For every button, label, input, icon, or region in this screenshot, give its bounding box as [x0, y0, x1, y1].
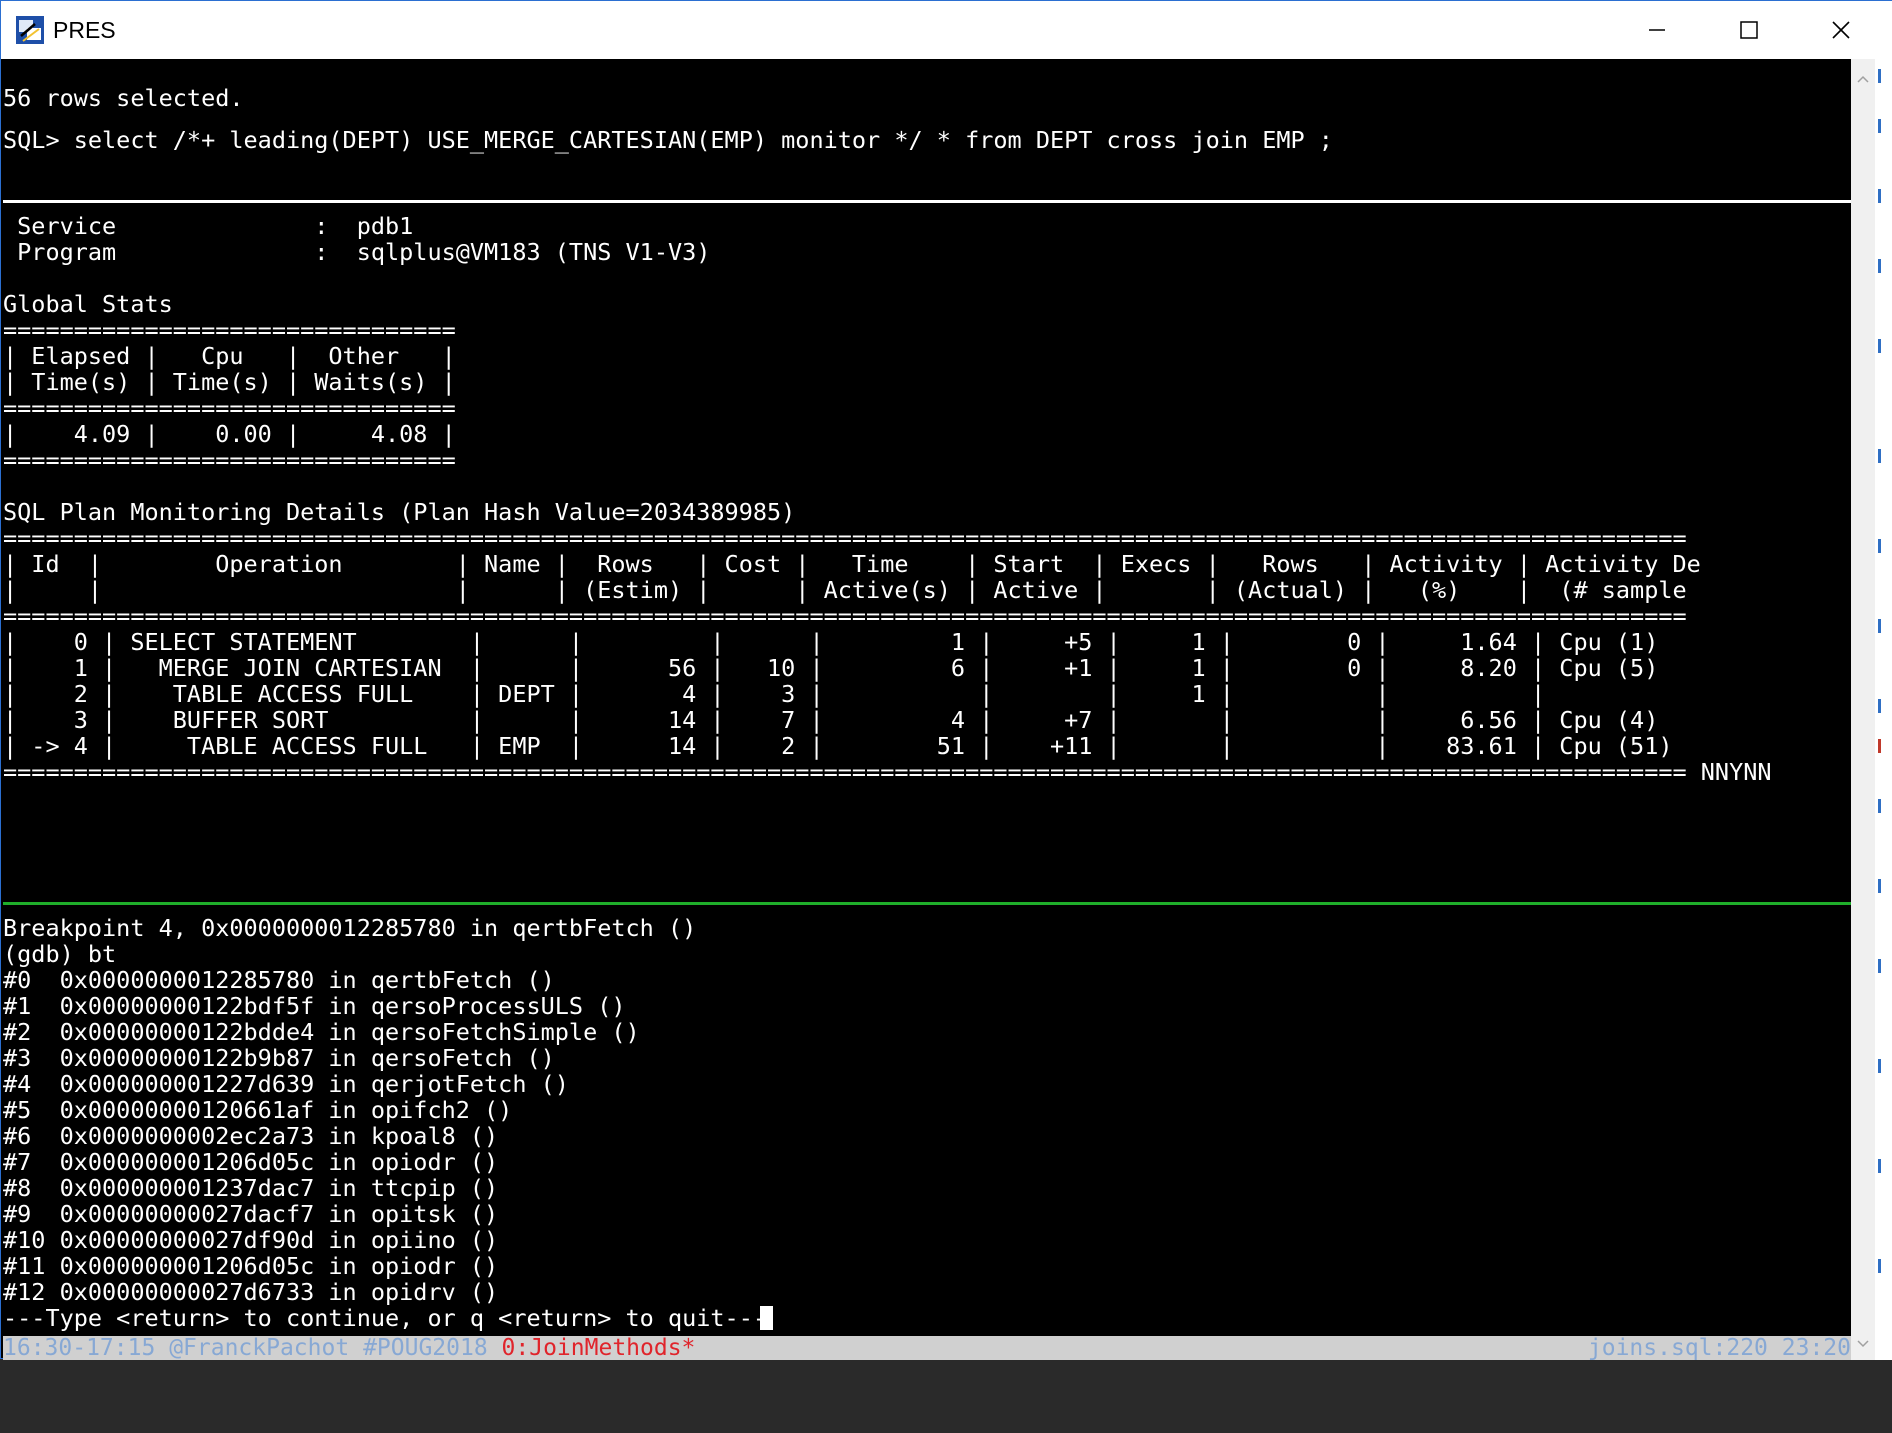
pane-separator[interactable]: [3, 200, 1851, 203]
edge-mark: [1878, 539, 1881, 553]
stack-frame: #6 0x0000000002ec2a73 in kpoal8 (): [3, 1122, 499, 1150]
edge-mark: [1878, 339, 1881, 353]
stack-frame: #10 0x00000000027df90d in opiino (): [3, 1226, 499, 1254]
edge-mark: [1878, 1159, 1881, 1173]
sql-command-line: SQL> select /*+ leading(DEPT) USE_MERGE_…: [3, 126, 1333, 154]
status-left: 16:30-17:15 @FranckPachot #POUG2018 0:Jo…: [3, 1336, 695, 1360]
table-row: | 3 | BUFFER SORT | | 14 | 7 | 4 | +7 | …: [3, 706, 1659, 734]
edge-mark: [1878, 259, 1881, 273]
section-heading: SQL Plan Monitoring Details (Plan Hash V…: [3, 498, 796, 526]
stack-frame: #0 0x0000000012285780 in qertbFetch (): [3, 966, 555, 994]
monitor-line: Service : pdb1: [3, 212, 414, 240]
table-rule: ================================: [3, 446, 456, 474]
edge-mark: [1878, 739, 1881, 753]
active-pane-separator[interactable]: [3, 902, 1851, 905]
status-window-name[interactable]: 0:JoinMethods*: [502, 1335, 696, 1361]
edge-mark: [1878, 799, 1881, 813]
edge-mark: [1878, 189, 1881, 203]
stack-frame: #9 0x00000000027dacf7 in opitsk (): [3, 1200, 499, 1228]
stack-frame: #5 0x00000000120661af in opifch2 (): [3, 1096, 513, 1124]
table-header-row: | Id | Operation | Name | Rows | Cost | …: [3, 550, 1701, 578]
minimize-icon: [1649, 29, 1665, 31]
status-hashtag: #POUG2018: [363, 1335, 488, 1361]
table-header-row: | Elapsed | Cpu | Other |: [3, 342, 456, 370]
terminal-window: PRES 56 rows selected. SQL> select /*+ l…: [0, 0, 1892, 1360]
section-heading: Global Stats: [3, 290, 173, 318]
terminal-area[interactable]: 56 rows selected. SQL> select /*+ leadin…: [3, 59, 1851, 1336]
table-rule: ================================: [3, 316, 456, 344]
table-row: | 1 | MERGE JOIN CARTESIAN | | 56 | 10 |…: [3, 654, 1659, 682]
stack-frame: #7 0x000000001206d05c in opiodr (): [3, 1148, 499, 1176]
pager-prompt: ---Type <return> to continue, or q <retu…: [3, 1304, 768, 1332]
stack-frame: #1 0x00000000122bdf5f in qersoProcessULS…: [3, 992, 626, 1020]
minimize-button[interactable]: [1611, 1, 1703, 59]
stack-frame: #3 0x00000000122b9b87 in qersoFetch (): [3, 1044, 555, 1072]
table-row: | 4.09 | 0.00 | 4.08 |: [3, 420, 456, 448]
stack-frame: #8 0x000000001237dac7 in ttcpip (): [3, 1174, 499, 1202]
table-header-row: | Time(s) | Time(s) | Waits(s) |: [3, 368, 456, 396]
table-rule: ========================================…: [3, 602, 1687, 630]
maximize-icon: [1740, 21, 1758, 39]
tmux-status-bar: 16:30-17:15 @FranckPachot #POUG2018 0:Jo…: [3, 1336, 1851, 1360]
table-rule: ========================================…: [3, 524, 1687, 552]
edge-mark: [1878, 69, 1881, 83]
gdb-line: Breakpoint 4, 0x0000000012285780 in qert…: [3, 914, 697, 942]
chevron-down-icon: [1857, 1340, 1869, 1348]
stack-frame: #12 0x00000000027d6733 in opidrv (): [3, 1278, 499, 1306]
table-rule: ========================================…: [3, 758, 1772, 786]
stack-frame: #4 0x000000001227d639 in qerjotFetch (): [3, 1070, 569, 1098]
edge-mark: [1878, 699, 1881, 713]
title-bar[interactable]: PRES: [1, 1, 1892, 59]
text-cursor: [760, 1306, 773, 1330]
edge-mark: [1878, 959, 1881, 973]
table-row: | 2 | TABLE ACCESS FULL | DEPT | 4 | 3 |…: [3, 680, 1546, 708]
edge-mark: [1878, 879, 1881, 893]
monitor-line: Program : sqlplus@VM183 (TNS V1-V3): [3, 238, 711, 266]
edge-mark: [1878, 1059, 1881, 1073]
chevron-up-icon: [1857, 75, 1869, 83]
terminal-line: 56 rows selected.: [3, 84, 244, 112]
status-handle: @FranckPachot: [169, 1335, 350, 1361]
putty-app-icon: [15, 15, 45, 45]
table-rule: ================================: [3, 394, 456, 422]
stack-frame: #11 0x000000001206d05c in opiodr (): [3, 1252, 499, 1280]
window-title: PRES: [53, 16, 116, 43]
edge-mark: [1878, 449, 1881, 463]
scroll-up-button[interactable]: [1851, 69, 1875, 89]
status-time-range: 16:30-17:15: [3, 1335, 156, 1361]
close-icon: [1832, 21, 1850, 39]
maximize-button[interactable]: [1703, 1, 1795, 59]
edge-mark: [1878, 1259, 1881, 1273]
stack-frame: #2 0x00000000122bdde4 in qersoFetchSimpl…: [3, 1018, 640, 1046]
table-header-row: | | | | (Estim) | | Active(s) | Active |…: [3, 576, 1687, 604]
status-right: joins.sql:220 23:20: [1587, 1335, 1851, 1361]
edge-mark: [1878, 119, 1881, 133]
close-button[interactable]: [1795, 1, 1887, 59]
table-row: | -> 4 | TABLE ACCESS FULL | EMP | 14 | …: [3, 732, 1673, 760]
edge-mark: [1878, 619, 1881, 633]
background-window-edge: [1875, 59, 1892, 1360]
table-row: | 0 | SELECT STATEMENT | | | | 1 | +5 | …: [3, 628, 1659, 656]
vertical-scrollbar[interactable]: [1851, 59, 1875, 1360]
gdb-line: (gdb) bt: [3, 940, 117, 968]
scroll-down-button[interactable]: [1851, 1334, 1875, 1354]
